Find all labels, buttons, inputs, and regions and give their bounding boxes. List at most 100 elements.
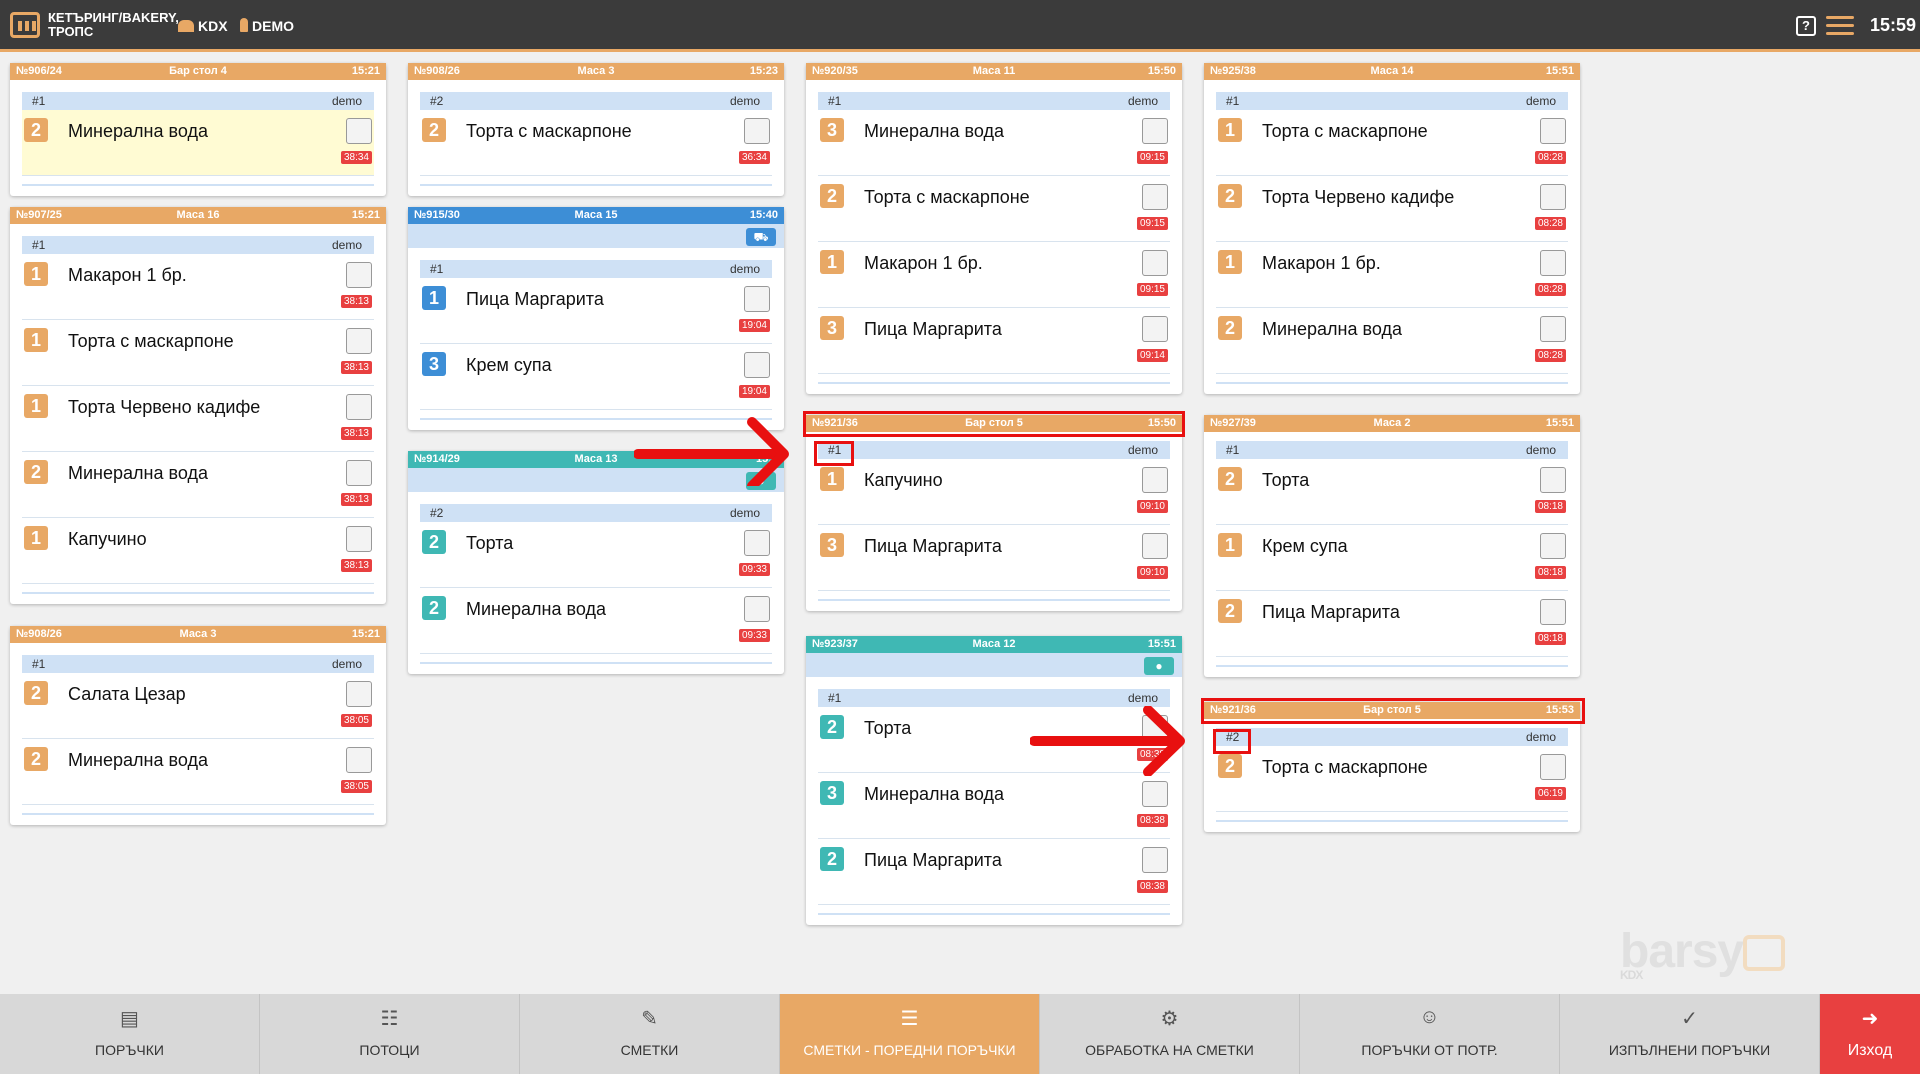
sub-order-number: #1 [32,238,46,252]
delivery-truck-icon[interactable]: ⛟ [746,228,776,246]
item-done-checkbox[interactable] [346,460,372,486]
order-item[interactable]: 2 Салата Цезар 38:05 [22,673,374,739]
order-item[interactable]: 1 Макарон 1 бр. 38:13 [22,254,374,320]
item-quantity: 3 [820,118,844,142]
table-name: Бар стол 4 [169,65,227,77]
item-name: Минерална вода [68,121,208,141]
sub-order-header: #1 demo [22,92,374,110]
item-done-checkbox[interactable] [744,352,770,378]
order-item[interactable]: 3 Пица Маргарита 09:14 [818,308,1170,374]
order-item[interactable]: 1 Пица Маргарита 19:04 [420,278,772,344]
order-item[interactable]: 2 Торта с маскарпоне 36:34 [420,110,772,176]
elapsed-time: 09:14 [1136,349,1168,362]
order-item[interactable]: 3 Пица Маргарита 09:10 [818,525,1170,591]
item-done-checkbox[interactable] [1540,316,1566,342]
item-done-checkbox[interactable] [346,526,372,552]
bottom-nav: ▤ ПОРЪЧКИ ☷ ПОТОЦИ ✎ СМЕТКИ ☰ СМЕТКИ - ПОРЕД… [0,994,1920,1074]
order-item[interactable]: 1 Торта Червено кадифе 38:13 [22,386,374,452]
item-done-checkbox[interactable] [1540,467,1566,493]
order-card: №923/37 Маса 12 15:51 ● #1 demo 2 Торта 08:… [806,636,1182,925]
item-done-checkbox[interactable] [346,394,372,420]
item-done-checkbox[interactable] [346,262,372,288]
table-name: Маса 16 [176,209,220,221]
brand-watermark: barsy KDX [1620,924,1786,982]
order-item[interactable]: 2 Минерална вода 09:33 [420,588,772,654]
item-quantity: 1 [24,262,48,286]
elapsed-time: 09:10 [1136,566,1168,579]
item-done-checkbox[interactable] [1142,467,1168,493]
item-done-checkbox[interactable] [1142,847,1168,873]
kitchen-icon [178,20,194,32]
order-item[interactable]: 2 Торта 09:33 [420,522,772,588]
tab-completed-orders[interactable]: ✓ ИЗПЪЛНЕНИ ПОРЪЧКИ [1560,994,1820,1074]
location-pin-icon[interactable]: ● [1144,657,1174,675]
card-footer [818,382,1170,384]
order-item[interactable]: 2 Торта с маскарпоне 09:15 [818,176,1170,242]
sub-order-number: #1 [1226,94,1240,108]
item-quantity: 1 [820,250,844,274]
order-item[interactable]: 1 Торта с маскарпоне 38:13 [22,320,374,386]
tab-bills[interactable]: ✎ СМЕТКИ [520,994,780,1074]
order-item[interactable]: 3 Крем супа 19:04 [420,344,772,410]
item-done-checkbox[interactable] [1142,533,1168,559]
order-item[interactable]: 1 Крем супа 08:18 [1216,525,1568,591]
item-name: Торта с маскарпоне [864,187,1030,207]
item-done-checkbox[interactable] [1540,118,1566,144]
exit-button[interactable]: ➜ Изход [1820,994,1920,1074]
item-done-checkbox[interactable] [744,118,770,144]
item-done-checkbox[interactable] [1540,754,1566,780]
elapsed-time: 08:18 [1534,566,1566,579]
card-footer [1216,382,1568,384]
waiter-name: demo [1525,443,1556,457]
item-done-checkbox[interactable] [1540,533,1566,559]
delivery-strip: ⛟ [408,224,784,248]
hamburger-menu-icon[interactable] [1826,16,1854,36]
item-done-checkbox[interactable] [1540,599,1566,625]
tab-flows[interactable]: ☷ ПОТОЦИ [260,994,520,1074]
item-done-checkbox[interactable] [744,286,770,312]
order-card: №920/35 Маса 11 15:50 #1 demo 3 Минерална … [806,63,1182,394]
help-icon[interactable]: ? [1796,16,1816,36]
item-done-checkbox[interactable] [346,747,372,773]
item-done-checkbox[interactable] [346,118,372,144]
tab-orders[interactable]: ▤ ПОРЪЧКИ [0,994,260,1074]
order-item[interactable]: 1 Макарон 1 бр. 08:28 [1216,242,1568,308]
order-card: №921/36 Бар стол 5 15:50 #1 demo 1 Капучин… [806,415,1182,611]
item-done-checkbox[interactable] [1142,250,1168,276]
order-card: №906/24 Бар стол 4 15:21 #1 demo 2 Минера… [10,63,386,196]
order-item[interactable]: 2 Пица Маргарита 08:18 [1216,591,1568,657]
item-done-checkbox[interactable] [1540,184,1566,210]
item-done-checkbox[interactable] [346,328,372,354]
order-item[interactable]: 2 Минерална вода 38:13 [22,452,374,518]
item-done-checkbox[interactable] [1142,316,1168,342]
order-item[interactable]: 2 Торта с маскарпоне 06:19 [1216,746,1568,812]
order-item[interactable]: 2 Торта 08:18 [1216,459,1568,525]
order-item[interactable]: 1 Капучино 09:10 [818,459,1170,525]
item-done-checkbox[interactable] [346,681,372,707]
item-done-checkbox[interactable] [1142,781,1168,807]
order-item[interactable]: 2 Торта Червено кадифе 08:28 [1216,176,1568,242]
elapsed-time: 09:15 [1136,283,1168,296]
item-done-checkbox[interactable] [1142,118,1168,144]
tab-user-orders[interactable]: ☺ ПОРЪЧКИ ОТ ПОТР. [1300,994,1560,1074]
tab-bill-processing[interactable]: ⚙ ОБРАБОТКА НА СМЕТКИ [1040,994,1300,1074]
tab-label: ПОРЪЧКИ [95,1042,164,1058]
order-item[interactable]: 3 Минерална вода 08:38 [818,773,1170,839]
order-item[interactable]: 2 Минерална вода 38:05 [22,739,374,805]
item-done-checkbox[interactable] [1540,250,1566,276]
order-item[interactable]: 2 Пица Маргарита 08:38 [818,839,1170,905]
item-done-checkbox[interactable] [744,530,770,556]
user-icon [240,18,248,32]
tab-bills-sequential-orders[interactable]: ☰ СМЕТКИ - ПОРЕДНИ ПОРЪЧКИ [780,994,1040,1074]
order-item[interactable]: 1 Капучино 38:13 [22,518,374,584]
item-done-checkbox[interactable] [744,596,770,622]
highlight-box [1213,729,1251,754]
order-item[interactable]: 2 Минерална вода 08:28 [1216,308,1568,374]
sub-order-number: #1 [32,657,46,671]
order-item[interactable]: 1 Торта с маскарпоне 08:28 [1216,110,1568,176]
item-done-checkbox[interactable] [1142,184,1168,210]
order-item[interactable]: 1 Макарон 1 бр. 09:15 [818,242,1170,308]
order-item[interactable]: 3 Минерална вода 09:15 [818,110,1170,176]
waiter-name: demo [1127,691,1158,705]
order-item[interactable]: 2 Минерална вода 38:34 [22,110,374,176]
